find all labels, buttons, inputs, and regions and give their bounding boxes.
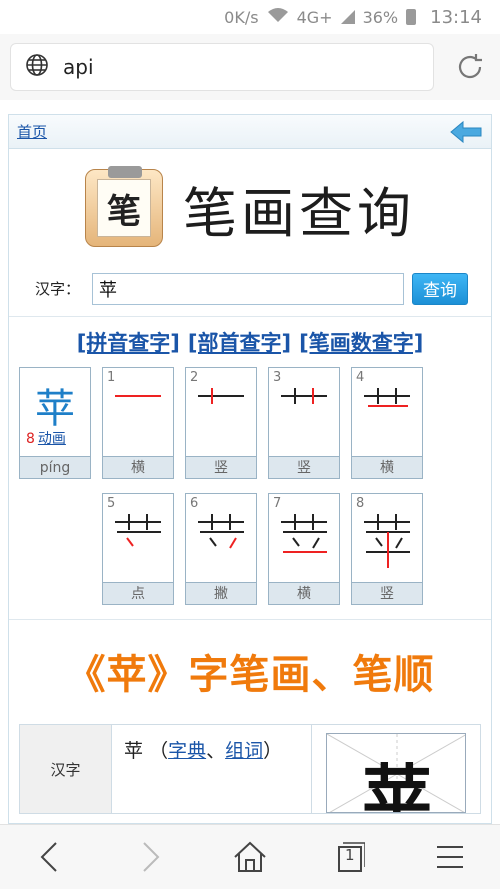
- back-arrow-icon[interactable]: [449, 120, 483, 144]
- menu-icon[interactable]: [425, 832, 475, 882]
- page-header: 笔 笔画查询: [9, 149, 491, 267]
- top-nav: 首页: [9, 115, 491, 149]
- stroke-cell[interactable]: 3 竖: [268, 367, 340, 479]
- signal-icon: [340, 10, 355, 24]
- browser-toolbar: api: [0, 34, 500, 100]
- home-icon[interactable]: [225, 832, 275, 882]
- animate-link[interactable]: 动画: [38, 431, 66, 447]
- char-glyph: 苹: [35, 386, 75, 432]
- url-text: api: [63, 55, 94, 79]
- stroke-cell[interactable]: 4 横: [351, 367, 423, 479]
- search-label: 汉字：: [35, 280, 81, 298]
- svg-text:苹: 苹: [362, 757, 432, 813]
- reload-icon: [458, 54, 482, 79]
- reload-button[interactable]: [450, 47, 490, 87]
- web-page: 首页 笔 笔画查询 汉字： 查询 [拼音查字] [部首查字] [笔画数查字] 苹…: [8, 114, 492, 824]
- stroke-cell[interactable]: 1 横: [102, 367, 174, 479]
- lookup-links: [拼音查字] [部首查字] [笔画数查字]: [9, 317, 491, 367]
- tabs-icon[interactable]: 1: [325, 832, 375, 882]
- status-bar: 0K/s 4G+ 36% 13:14: [0, 0, 500, 34]
- wifi-icon: [267, 7, 289, 27]
- stroke-grid: 苹 8 动画 píng 1 横 2 竖 3 竖 4 横 5 点 6 撇 7 横 …: [9, 367, 491, 605]
- words-link[interactable]: 组词: [225, 740, 263, 762]
- page-title: 笔画查询: [183, 181, 415, 245]
- stroke-cell[interactable]: 6 撇: [185, 493, 257, 605]
- battery-percent: 36%: [362, 7, 399, 27]
- char-image: 苹: [312, 725, 480, 813]
- pinyin: píng: [20, 456, 90, 478]
- char-info-table: 汉字 苹 （字典、组词） 苹: [19, 724, 481, 814]
- pinyin-lookup-link[interactable]: [拼音查字]: [77, 327, 180, 357]
- stroke-cell[interactable]: 8 竖: [351, 493, 423, 605]
- info-value: 苹 （字典、组词）: [112, 725, 312, 813]
- query-button[interactable]: 查询: [412, 272, 469, 305]
- stroke-cell[interactable]: 7 横: [268, 493, 340, 605]
- section-heading: 《苹》字笔画、笔顺: [65, 652, 435, 698]
- bottom-nav: 1: [0, 824, 500, 889]
- char-input[interactable]: [92, 272, 405, 305]
- forward-icon[interactable]: [125, 832, 175, 882]
- signal-type: 4G+: [296, 7, 333, 27]
- logo: 笔: [85, 166, 163, 247]
- char-summary: 苹 8 动画 píng: [19, 367, 91, 479]
- stroke-count-lookup-link[interactable]: [笔画数查字]: [299, 327, 423, 357]
- battery-icon: [406, 9, 417, 25]
- info-key: 汉字: [20, 725, 112, 813]
- network-speed: 0K/s: [224, 7, 259, 27]
- home-link[interactable]: 首页: [17, 121, 47, 142]
- stroke-cell[interactable]: 2 竖: [185, 367, 257, 479]
- stroke-count: 8: [26, 431, 35, 447]
- globe-icon: [25, 53, 49, 82]
- radical-lookup-link[interactable]: [部首查字]: [188, 327, 291, 357]
- search-row: 汉字： 查询: [9, 267, 491, 317]
- tabs-count: 1: [345, 846, 355, 864]
- back-icon[interactable]: [25, 832, 75, 882]
- clock: 13:14: [430, 6, 482, 28]
- dictionary-link[interactable]: 字典: [168, 740, 206, 762]
- address-bar[interactable]: api: [10, 43, 434, 91]
- stroke-cell[interactable]: 5 点: [102, 493, 174, 605]
- logo-char: 笔: [97, 179, 151, 237]
